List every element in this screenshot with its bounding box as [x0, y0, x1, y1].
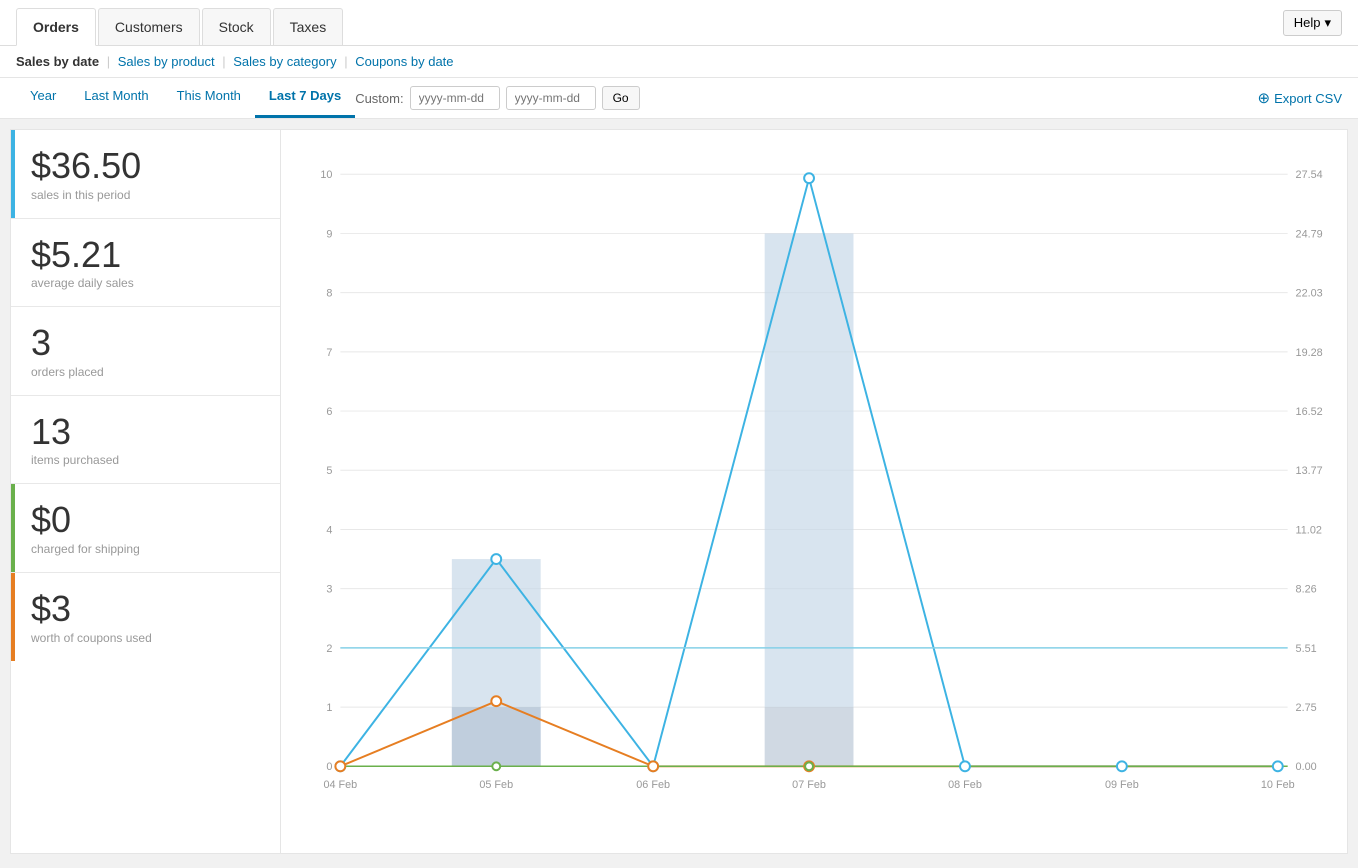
stat-sales-value: $36.50: [31, 146, 260, 186]
dot-blue-05feb: [491, 554, 501, 564]
svg-text:05 Feb: 05 Feb: [479, 779, 513, 791]
svg-text:8.26: 8.26: [1296, 584, 1317, 596]
stat-orders: 3 orders placed: [11, 307, 280, 396]
svg-text:09 Feb: 09 Feb: [1105, 779, 1139, 791]
stat-bar-blue: [11, 130, 15, 218]
filter-tabs: Year Last Month This Month Last 7 Days C…: [16, 78, 640, 118]
tab-customers[interactable]: Customers: [98, 8, 200, 45]
svg-text:04 Feb: 04 Feb: [323, 779, 357, 791]
svg-text:8: 8: [326, 288, 332, 300]
svg-text:16.52: 16.52: [1296, 406, 1323, 418]
filter-tab-this-month[interactable]: This Month: [163, 78, 255, 118]
subnav-sales-by-category[interactable]: Sales by category: [233, 54, 336, 69]
stat-items-label: items purchased: [31, 453, 260, 467]
svg-text:4: 4: [326, 524, 332, 536]
svg-text:08 Feb: 08 Feb: [948, 779, 982, 791]
help-button[interactable]: Help ▾: [1283, 10, 1342, 36]
stat-avg-value: $5.21: [31, 235, 260, 275]
stat-avg-label: average daily sales: [31, 276, 260, 290]
svg-text:2.75: 2.75: [1296, 702, 1317, 714]
stat-orders-value: 3: [31, 323, 260, 363]
dot-blue-07feb: [804, 173, 814, 183]
svg-text:10: 10: [320, 169, 332, 181]
bar-05feb-dark: [452, 707, 541, 766]
sales-chart: 0 1 2 3 4 5 6 7 8 9 10 0.00 2.75 5.51 8.…: [291, 140, 1337, 840]
stat-sales: $36.50 sales in this period: [11, 130, 280, 219]
tab-taxes[interactable]: Taxes: [273, 8, 344, 45]
stats-panel: $36.50 sales in this period $5.21 averag…: [11, 130, 281, 853]
filter-bar: Year Last Month This Month Last 7 Days C…: [0, 78, 1358, 119]
chart-panel: 0 1 2 3 4 5 6 7 8 9 10 0.00 2.75 5.51 8.…: [281, 130, 1347, 853]
main-content: $36.50 sales in this period $5.21 averag…: [10, 129, 1348, 854]
filter-tab-last-7-days[interactable]: Last 7 Days: [255, 78, 355, 118]
svg-text:11.02: 11.02: [1296, 524, 1322, 536]
dot-orange-04feb: [335, 761, 345, 771]
stat-avg-daily: $5.21 average daily sales: [11, 219, 280, 308]
svg-text:0.00: 0.00: [1296, 761, 1317, 773]
go-button[interactable]: Go: [602, 86, 640, 110]
dot-orange-05feb: [491, 696, 501, 706]
dot-green-05feb: [492, 762, 500, 770]
custom-label: Custom:: [355, 91, 403, 106]
svg-text:19.28: 19.28: [1296, 347, 1323, 359]
top-bar: Orders Customers Stock Taxes Help ▾: [0, 0, 1358, 46]
svg-text:0: 0: [326, 761, 332, 773]
svg-text:24.79: 24.79: [1296, 228, 1323, 240]
export-csv-button[interactable]: ⊕ Export CSV: [1258, 89, 1343, 107]
dot-green-07feb: [805, 762, 813, 770]
filter-tab-year[interactable]: Year: [16, 78, 70, 118]
svg-text:5: 5: [326, 465, 332, 477]
svg-text:27.54: 27.54: [1296, 169, 1323, 181]
subnav-sales-by-product[interactable]: Sales by product: [118, 54, 215, 69]
custom-date-start[interactable]: [410, 86, 500, 110]
dot-blue-09feb: [1117, 761, 1127, 771]
main-tabs: Orders Customers Stock Taxes: [16, 0, 345, 45]
sub-nav: Sales by date | Sales by product | Sales…: [0, 46, 1358, 78]
chevron-down-icon: ▾: [1324, 15, 1331, 31]
svg-text:13.77: 13.77: [1296, 465, 1323, 477]
stat-shipping: $0 charged for shipping: [11, 484, 280, 573]
svg-text:5.51: 5.51: [1296, 643, 1317, 655]
svg-text:06 Feb: 06 Feb: [636, 779, 670, 791]
stat-bar-orange: [11, 573, 15, 661]
plus-circle-icon: ⊕: [1258, 89, 1271, 107]
svg-text:07 Feb: 07 Feb: [792, 779, 826, 791]
stat-bar-green: [11, 484, 15, 572]
svg-text:1: 1: [326, 702, 332, 714]
stat-shipping-value: $0: [31, 500, 260, 540]
dot-blue-10feb: [1273, 761, 1283, 771]
stat-coupons-value: $3: [31, 589, 260, 629]
custom-date-section: Custom: Go: [355, 78, 639, 118]
stat-coupons-label: worth of coupons used: [31, 631, 260, 645]
svg-text:6: 6: [326, 406, 332, 418]
dot-orange-06feb: [648, 761, 658, 771]
svg-text:10 Feb: 10 Feb: [1261, 779, 1295, 791]
filter-tab-last-month[interactable]: Last Month: [70, 78, 162, 118]
stat-coupons: $3 worth of coupons used: [11, 573, 280, 661]
tab-orders[interactable]: Orders: [16, 8, 96, 46]
dot-blue-08feb: [960, 761, 970, 771]
stat-shipping-label: charged for shipping: [31, 542, 260, 556]
svg-text:9: 9: [326, 228, 332, 240]
bar-07feb-main: [765, 233, 854, 707]
stat-sales-label: sales in this period: [31, 188, 260, 202]
subnav-current: Sales by date: [16, 54, 99, 69]
custom-date-end[interactable]: [506, 86, 596, 110]
svg-text:3: 3: [326, 584, 332, 596]
stat-items-value: 13: [31, 412, 260, 452]
stat-items: 13 items purchased: [11, 396, 280, 485]
stat-orders-label: orders placed: [31, 365, 260, 379]
bar-07feb-dark: [765, 707, 854, 766]
tab-stock[interactable]: Stock: [202, 8, 271, 45]
svg-text:22.03: 22.03: [1296, 288, 1323, 300]
svg-text:2: 2: [326, 643, 332, 655]
subnav-coupons-by-date[interactable]: Coupons by date: [355, 54, 453, 69]
svg-text:7: 7: [326, 347, 332, 359]
